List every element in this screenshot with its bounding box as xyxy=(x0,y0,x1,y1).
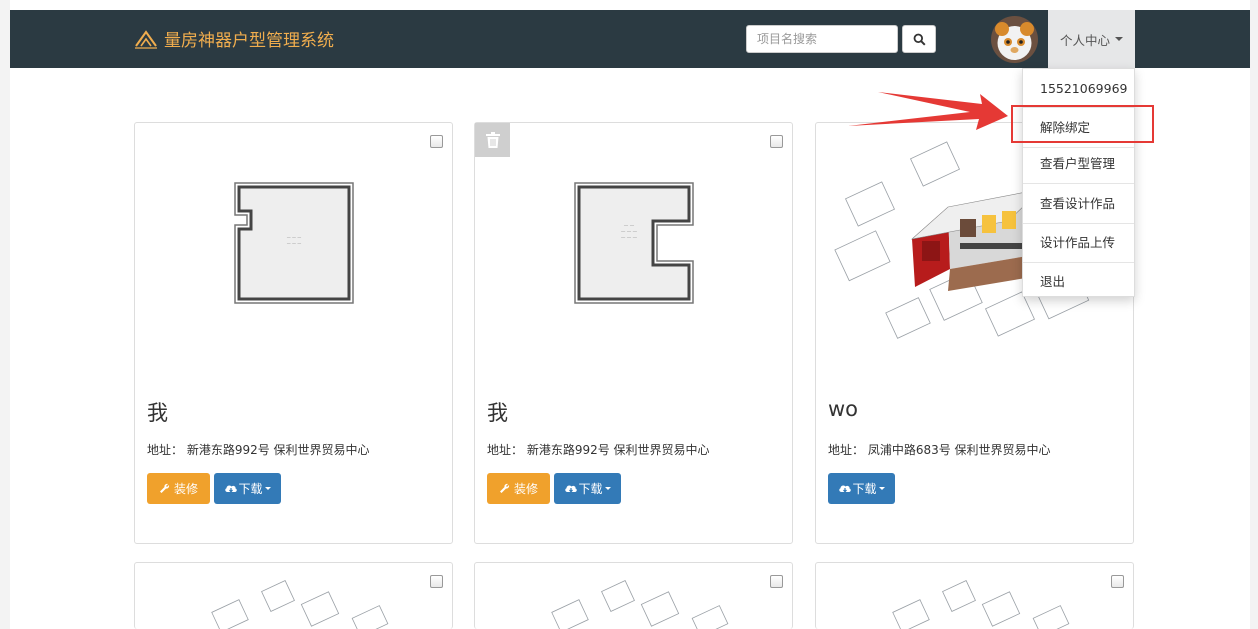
chevron-down-icon xyxy=(604,487,611,490)
select-checkbox[interactable] xyxy=(770,135,783,148)
menu-item-view-designs[interactable]: 查看设计作品 xyxy=(1023,184,1134,223)
svg-text:— — —: — — — xyxy=(621,230,638,235)
decorate-label: 装修 xyxy=(513,482,538,496)
annotation-arrow-icon xyxy=(848,92,1008,130)
cloud-download-icon xyxy=(225,485,238,493)
decorate-label: 装修 xyxy=(173,482,198,496)
card-address: 地址： 凤浦中路683号 保利世界贸易中心 xyxy=(828,443,1051,457)
download-dropdown-button[interactable]: 下载 xyxy=(828,473,895,504)
user-center-label: 个人中心 xyxy=(1059,32,1110,48)
chevron-down-icon xyxy=(878,487,885,490)
brand[interactable]: 量房神器户型管理系统 xyxy=(134,26,334,51)
project-card: — — — — — — 我 地址： 新港东路992号 保利世界贸易中心 装修 下… xyxy=(134,122,453,544)
trash-icon xyxy=(485,132,500,148)
select-checkbox[interactable] xyxy=(1111,575,1124,588)
menu-item-view-floorplans[interactable]: 查看户型管理 xyxy=(1023,144,1134,183)
logo-icon xyxy=(135,29,157,49)
cloud-download-icon xyxy=(565,485,578,493)
project-card xyxy=(474,562,793,629)
download-dropdown-button[interactable]: 下载 xyxy=(214,473,281,504)
menu-item-logout[interactable]: 退出 xyxy=(1023,262,1134,301)
select-checkbox[interactable] xyxy=(770,575,783,588)
select-checkbox[interactable] xyxy=(430,575,443,588)
blueprint-image xyxy=(211,580,389,629)
download-label: 下载 xyxy=(578,482,603,496)
avatar[interactable] xyxy=(991,16,1038,63)
menu-item-phone[interactable]: 15521069969 xyxy=(1023,69,1134,108)
svg-text:— — —: — — — xyxy=(287,241,302,246)
floorplan-image: — — — — — — xyxy=(234,182,354,304)
blueprint-image xyxy=(551,580,729,629)
user-dropdown-menu: 15521069969 解除绑定 查看户型管理 查看设计作品 设计作品上传 退出 xyxy=(1022,68,1135,297)
svg-text:— —: — — xyxy=(624,224,635,229)
download-dropdown-button[interactable]: 下载 xyxy=(554,473,621,504)
project-card xyxy=(134,562,453,629)
search-button[interactable] xyxy=(902,25,936,53)
user-center-menu[interactable]: 个人中心 xyxy=(1048,10,1135,68)
annotation-highlight-box xyxy=(1011,105,1154,143)
download-label: 下载 xyxy=(238,482,263,496)
delete-button[interactable] xyxy=(475,123,510,157)
search-input[interactable] xyxy=(746,25,898,53)
card-title: wo xyxy=(828,397,859,421)
decorate-button[interactable]: 装修 xyxy=(487,473,550,504)
card-address: 地址： 新港东路992号 保利世界贸易中心 xyxy=(487,443,710,457)
cloud-download-icon xyxy=(839,485,852,493)
download-label: 下载 xyxy=(852,482,877,496)
brand-title: 量房神器户型管理系统 xyxy=(164,31,334,51)
card-address: 地址： 新港东路992号 保利世界贸易中心 xyxy=(147,443,370,457)
decorate-button[interactable]: 装修 xyxy=(147,473,210,504)
blueprint-image xyxy=(892,580,1070,629)
select-checkbox[interactable] xyxy=(430,135,443,148)
project-card xyxy=(815,562,1134,629)
menu-item-upload-design[interactable]: 设计作品上传 xyxy=(1023,223,1134,262)
wrench-icon xyxy=(159,483,170,493)
chevron-down-icon xyxy=(1115,37,1123,41)
svg-text:— — —: — — — xyxy=(621,236,638,241)
wrench-icon xyxy=(499,483,510,493)
project-card: — — — — — — — — 我 地址： 新港东路992号 保利世界贸易中心 … xyxy=(474,122,793,544)
card-title: 我 xyxy=(147,401,168,425)
floorplan-image: — — — — — — — — xyxy=(574,182,694,304)
avatar-icon xyxy=(991,16,1038,63)
svg-text:— — —: — — — xyxy=(287,235,302,240)
chevron-down-icon xyxy=(264,487,271,490)
top-navbar: 量房神器户型管理系统 个人中心 xyxy=(10,10,1250,68)
card-title: 我 xyxy=(487,401,508,425)
search-icon xyxy=(913,33,926,46)
